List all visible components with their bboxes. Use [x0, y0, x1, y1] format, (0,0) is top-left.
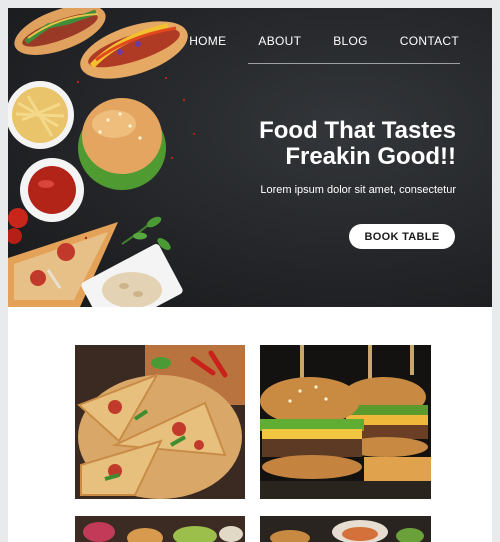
gallery-item-3[interactable] [75, 516, 245, 542]
hero-subtext: Lorem ipsum dolor sit amet, consectetur [260, 184, 456, 196]
fries-bowl-image [8, 81, 74, 149]
food-photo [75, 516, 245, 542]
nav-home-link[interactable]: HOME [189, 34, 226, 48]
food-photo [260, 516, 431, 542]
gallery-item-4[interactable] [260, 516, 431, 542]
burger-photo [260, 345, 431, 499]
burger-image [78, 98, 166, 190]
tomato-image [8, 208, 28, 228]
nav-contact-link[interactable]: CONTACT [400, 34, 459, 48]
book-table-button[interactable]: BOOK TABLE [349, 224, 455, 249]
gallery-item-pizza[interactable] [75, 345, 245, 499]
hero-headline-line1: Food That Tastes [259, 117, 456, 144]
gallery-item-burger[interactable] [260, 345, 431, 499]
ketchup-bowl-image [20, 158, 84, 222]
hero-headline: Food That Tastes Freakin Good!! [196, 118, 456, 170]
herb-image [121, 216, 171, 250]
page: HOME ABOUT BLOG CONTACT Food That Tastes… [8, 8, 492, 542]
nav-about-link[interactable]: ABOUT [258, 34, 301, 48]
main-nav: HOME ABOUT BLOG CONTACT [157, 34, 459, 48]
nav-divider [248, 63, 460, 64]
tomato-image [8, 228, 22, 244]
hero-headline-line2: Freakin Good!! [285, 143, 456, 170]
hero-section: HOME ABOUT BLOG CONTACT Food That Tastes… [8, 8, 492, 307]
pizza-photo [75, 345, 245, 499]
nav-blog-link[interactable]: BLOG [333, 34, 368, 48]
